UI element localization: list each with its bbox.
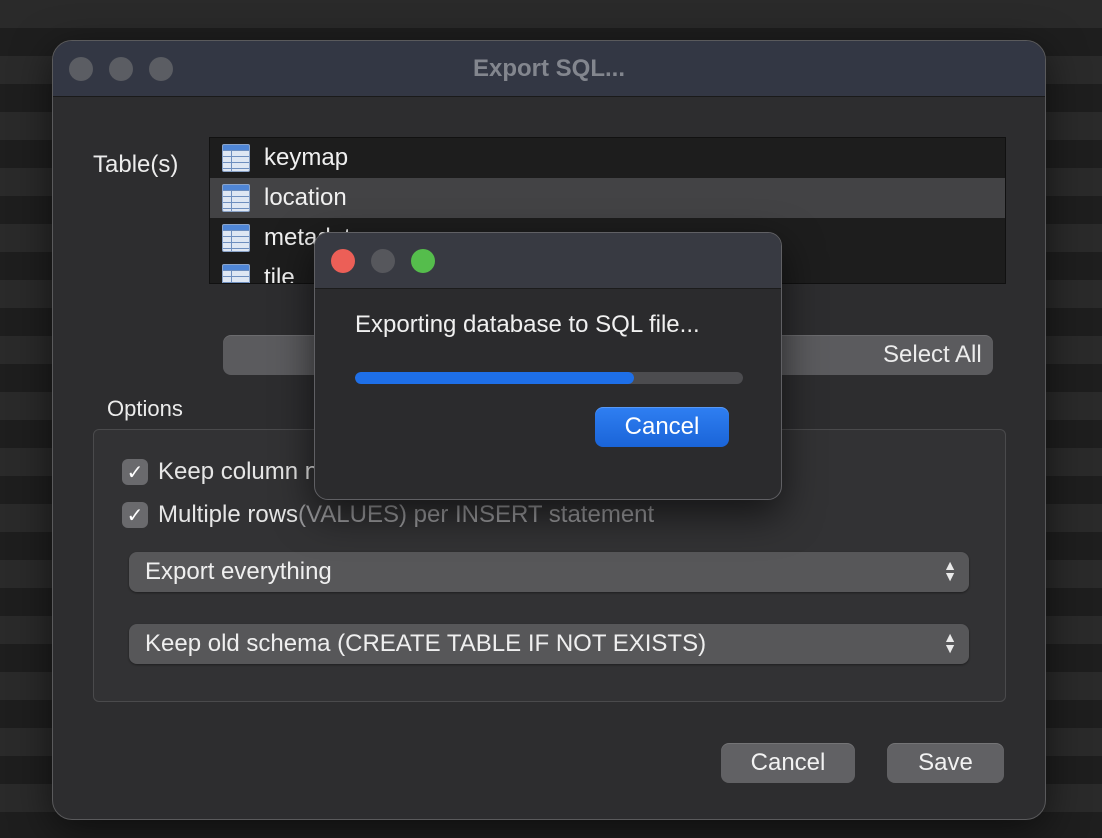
chevron-updown-icon: ▲ ▼	[943, 629, 957, 656]
chevron-updown-icon: ▲ ▼	[943, 557, 957, 584]
select-all-label: Select All	[883, 341, 982, 368]
zoom-button[interactable]	[411, 249, 435, 273]
tables-label: Table(s)	[93, 151, 179, 178]
table-icon	[222, 264, 250, 283]
table-row-keymap[interactable]: keymap	[210, 138, 1005, 178]
dialog-window-controls	[331, 249, 435, 273]
title-bar: Export SQL...	[53, 41, 1045, 97]
table-icon	[222, 144, 250, 172]
window-title: Export SQL...	[472, 55, 625, 82]
export-mode-select[interactable]: Export everything ▲ ▼	[129, 552, 969, 592]
cancel-export-button[interactable]: Cancel	[595, 407, 729, 447]
table-name: keymap	[264, 144, 349, 171]
schema-mode-value: Keep old schema (CREATE TABLE IF NOT EXI…	[145, 630, 707, 657]
dialog-title-bar	[315, 233, 781, 289]
progress-bar	[355, 372, 743, 384]
table-icon	[222, 184, 250, 212]
table-name: location	[264, 184, 347, 211]
export-mode-value: Export everything	[145, 558, 332, 585]
checkmark-icon: ✓	[122, 459, 148, 485]
table-icon	[222, 224, 250, 252]
export-progress-dialog: Exporting database to SQL file... Cancel	[314, 232, 782, 500]
table-name: tile	[264, 264, 295, 284]
save-button[interactable]: Save	[887, 743, 1004, 783]
options-label: Options	[107, 396, 183, 421]
multiple-rows-checkbox[interactable]: ✓ Multiple rows (VALUES) per INSERT stat…	[122, 501, 654, 529]
table-row-location[interactable]: location	[210, 178, 1005, 218]
progress-fill	[355, 372, 635, 384]
checkmark-icon: ✓	[122, 502, 148, 528]
close-button[interactable]	[331, 249, 355, 273]
minimize-button[interactable]	[371, 249, 395, 273]
cancel-button[interactable]: Cancel	[721, 743, 855, 783]
schema-mode-select[interactable]: Keep old schema (CREATE TABLE IF NOT EXI…	[129, 624, 969, 664]
checkbox-label-dim: (VALUES) per INSERT statement	[298, 501, 655, 528]
checkbox-label-main: Multiple rows	[158, 501, 299, 528]
progress-message: Exporting database to SQL file...	[355, 311, 700, 338]
